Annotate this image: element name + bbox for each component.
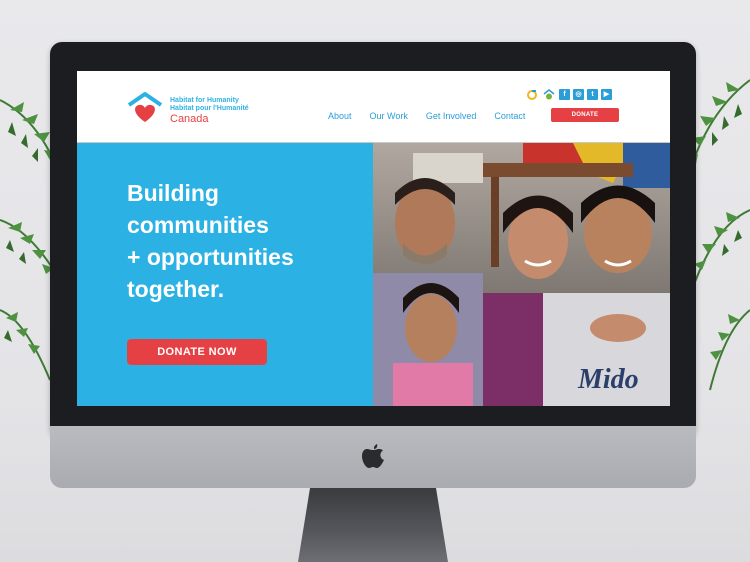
nav-get-involved[interactable]: Get Involved (426, 111, 477, 121)
headline-line: together. (127, 276, 225, 302)
donate-now-button[interactable]: DONATE NOW (127, 339, 267, 365)
org-name-french: Habitat pour l'Humanité (170, 105, 249, 112)
instagram-icon[interactable]: ◎ (573, 89, 584, 100)
svg-text:Mido: Mido (577, 364, 639, 395)
nav-our-work[interactable]: Our Work (370, 111, 408, 121)
main-nav: About Our Work Get Involved Contact (328, 111, 543, 121)
monitor-screen: Habitat for Humanity Habitat pour l'Huma… (77, 71, 670, 406)
hero-headline: Building communities + opportunities tog… (127, 177, 367, 305)
monitor-chin (50, 426, 696, 488)
header-donate-button[interactable]: DONATE (551, 108, 619, 122)
twitter-icon[interactable]: t (587, 89, 598, 100)
facebook-icon[interactable]: f (559, 89, 570, 100)
nav-about[interactable]: About (328, 111, 352, 121)
social-links: f ◎ t ▶ (525, 89, 612, 100)
habitat-home-icon[interactable] (542, 89, 556, 100)
hero-text-panel: Building communities + opportunities tog… (77, 143, 373, 406)
house-heart-icon (127, 92, 163, 122)
youtube-icon[interactable]: ▶ (601, 89, 612, 100)
apple-logo-icon (362, 444, 384, 468)
nav-contact[interactable]: Contact (494, 111, 525, 121)
site-header: Habitat for Humanity Habitat pour l'Huma… (77, 71, 670, 143)
family-hero-photo: Mido (373, 143, 670, 406)
habitat-restore-icon[interactable] (525, 89, 539, 100)
org-name-english: Habitat for Humanity (170, 97, 239, 104)
hero-section: Building communities + opportunities tog… (77, 143, 670, 406)
org-country: Canada (170, 113, 209, 125)
headline-line: + opportunities (127, 244, 294, 270)
monitor-stand (298, 488, 448, 562)
imac-monitor: Habitat for Humanity Habitat pour l'Huma… (50, 42, 696, 438)
headline-line: communities (127, 212, 269, 238)
headline-line: Building (127, 180, 219, 206)
